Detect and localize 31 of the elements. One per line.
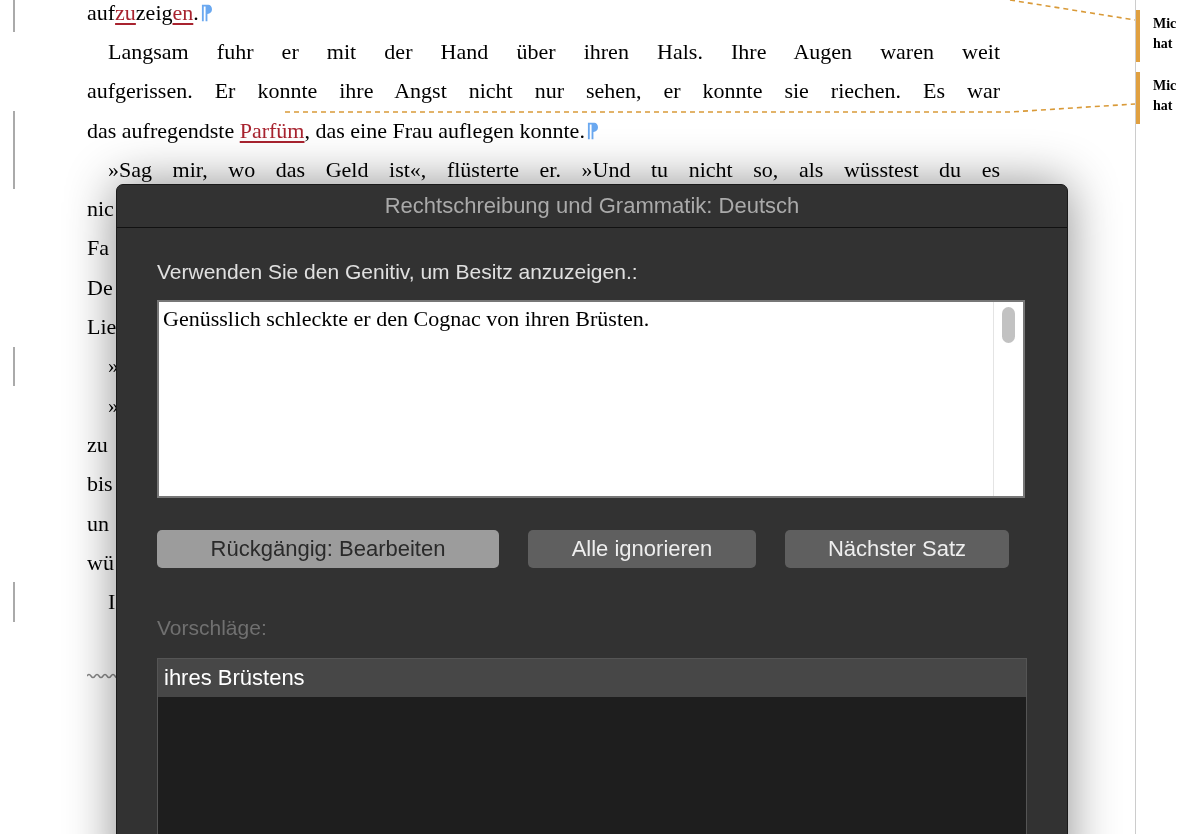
text-line: nic: [87, 196, 114, 223]
scrollbar-thumb[interactable]: [1002, 307, 1015, 343]
dialog-button[interactable]: Alle ignorieren: [528, 530, 756, 568]
text-line: Fa: [87, 235, 109, 262]
text-line: wü: [87, 549, 114, 576]
text-line: un: [87, 510, 109, 537]
comment-text: hat: [1153, 35, 1174, 53]
text-line: De: [87, 274, 113, 301]
dialog-button[interactable]: Nächster Satz: [785, 530, 1009, 568]
comment-card[interactable]: Mic hat: [1136, 10, 1180, 62]
text-line: aufgerissen. Er konnte ihre Angst nicht nur sehen, er konnte sie riechen. Es war: [87, 78, 1000, 105]
text-line: I: [108, 589, 116, 616]
dialog-button[interactable]: Rückgängig: Bearbeiten: [157, 530, 499, 568]
suggestion-item[interactable]: ihres Brüstens: [158, 659, 1026, 697]
text-line: zu: [87, 431, 108, 458]
comment-text: hat: [1153, 97, 1174, 115]
sentence-text: Genüsslich schleckte er den Cognac von ihren Brüsten.: [162, 305, 651, 333]
text-line: bis: [87, 471, 113, 498]
text-line: »Sag mir, wo das Geld ist«, flüsterte er. »Und tu nicht so, als wüsstest du es: [108, 156, 1000, 183]
message-text: Verwenden Sie den Genitiv, um Besitz anzuzeigen.:: [157, 260, 638, 284]
window-title: Rechtschreibung und Grammatik: Deutsch: [384, 193, 800, 219]
section-break-drawing: [87, 672, 117, 679]
comment-text: Mic: [1153, 15, 1178, 33]
suggestions-label: Vorschläge:: [157, 616, 267, 640]
text-line: das aufregendste Parfüm, das eine Frau auflegen konnte.: [87, 117, 585, 144]
comment-text: Mic: [1153, 77, 1178, 95]
sentence-field[interactable]: Genüsslich schleckte er den Cognac von ihren Brüsten.: [157, 300, 1025, 498]
text-line: Lie: [87, 314, 117, 340]
text-line: Langsam fuhr er mit der Hand über ihren Hals. Ihre Augen waren weit: [108, 38, 1000, 65]
comment-card[interactable]: Mic hat: [1136, 72, 1180, 124]
text-line: aufzuzeigen.: [87, 0, 199, 26]
